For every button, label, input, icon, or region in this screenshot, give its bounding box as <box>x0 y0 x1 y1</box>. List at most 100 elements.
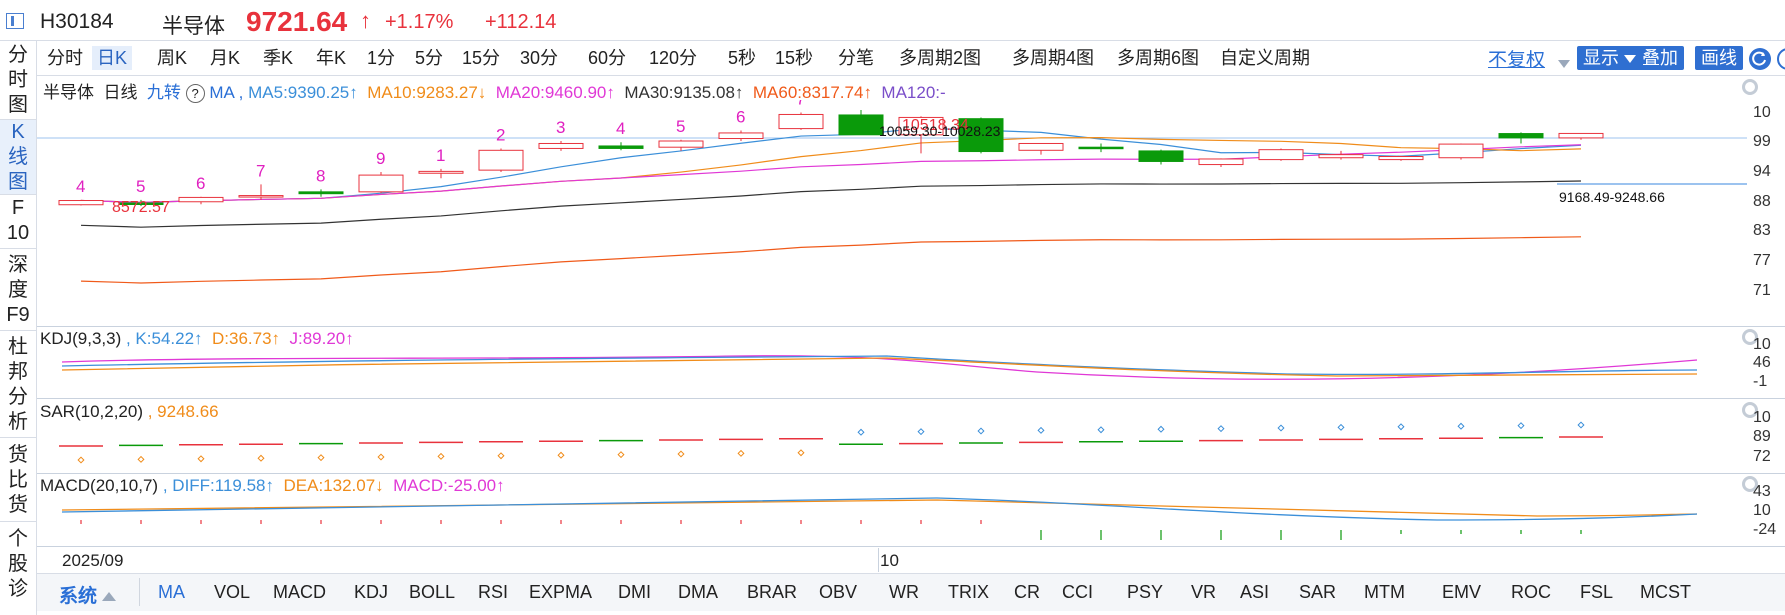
chevron-down-icon[interactable] <box>1558 55 1570 73</box>
candle[interactable] <box>1558 132 1604 139</box>
candle[interactable] <box>58 200 104 206</box>
tab-boll[interactable]: BOLL <box>409 582 455 603</box>
tab-emv[interactable]: EMV <box>1442 582 1481 603</box>
tab-fsl[interactable]: FSL <box>1580 582 1613 603</box>
tab-psy[interactable]: PSY <box>1127 582 1163 603</box>
candle[interactable] <box>598 145 644 149</box>
tab-kdj[interactable]: KDJ <box>354 582 388 603</box>
nav-label[interactable]: 图 <box>0 93 36 118</box>
ma30-line <box>80 180 1582 228</box>
candle[interactable] <box>1498 133 1544 139</box>
candle[interactable] <box>478 149 524 171</box>
macd-chart[interactable] <box>37 496 1747 546</box>
candle[interactable] <box>1378 156 1424 161</box>
candle[interactable] <box>1198 158 1244 166</box>
tab-30min[interactable]: 30分 <box>515 46 563 70</box>
tab-1min[interactable]: 1分 <box>362 46 400 70</box>
tab-fenshi[interactable]: 分时 <box>42 46 88 70</box>
tab-quarter-k[interactable]: 季K <box>258 46 298 70</box>
nav-label[interactable]: 度 <box>0 278 36 303</box>
candle[interactable] <box>178 196 224 203</box>
nav-label[interactable]: 股 <box>0 552 36 577</box>
panel-toggle-icon[interactable] <box>6 13 24 29</box>
tab-custom-period[interactable]: 自定义周期 <box>1215 46 1315 70</box>
tab-60min[interactable]: 60分 <box>583 46 631 70</box>
candle[interactable] <box>1018 142 1064 151</box>
nav-label[interactable]: 时 <box>0 68 36 93</box>
tab-expma[interactable]: EXPMA <box>529 582 592 603</box>
tab-multi4[interactable]: 多周期4图 <box>1007 46 1099 70</box>
tab-vol[interactable]: VOL <box>214 582 250 603</box>
tab-trix[interactable]: TRIX <box>948 582 989 603</box>
candle[interactable] <box>1438 143 1484 159</box>
tab-daily-k[interactable]: 日K <box>92 46 133 70</box>
overlay-button[interactable]: 叠加 <box>1636 46 1684 70</box>
tab-rsi[interactable]: RSI <box>478 582 508 603</box>
tab-sar[interactable]: SAR <box>1299 582 1336 603</box>
tab-roc[interactable]: ROC <box>1511 582 1551 603</box>
tab-macd[interactable]: MACD <box>273 582 326 603</box>
nav-label[interactable]: F <box>0 196 36 221</box>
tab-obv[interactable]: OBV <box>819 582 857 603</box>
nav-label[interactable]: 比 <box>0 468 36 493</box>
nav-label[interactable]: 诊 <box>0 577 36 602</box>
tab-tick[interactable]: 分笔 <box>833 46 879 70</box>
kdj-chart[interactable] <box>37 350 1747 398</box>
tab-cci[interactable]: CCI <box>1062 582 1093 603</box>
tab-5min[interactable]: 5分 <box>410 46 448 70</box>
more-icon[interactable] <box>1777 48 1785 70</box>
candle[interactable] <box>658 140 704 148</box>
tab-5sec[interactable]: 5秒 <box>723 46 761 70</box>
tab-year-k[interactable]: 年K <box>311 46 351 70</box>
candle[interactable] <box>1138 150 1184 162</box>
nav-label[interactable]: 10 <box>0 221 36 246</box>
tab-monthly-k[interactable]: 月K <box>205 46 245 70</box>
candle[interactable] <box>718 132 764 140</box>
main-settings-gear-icon[interactable] <box>1742 79 1758 95</box>
tab-15sec[interactable]: 15秒 <box>770 46 818 70</box>
tab-multi2[interactable]: 多周期2图 <box>894 46 986 70</box>
candle[interactable] <box>418 170 464 174</box>
candle[interactable] <box>778 113 824 130</box>
tab-wr[interactable]: WR <box>889 582 919 603</box>
tab-multi6[interactable]: 多周期6图 <box>1112 46 1204 70</box>
sar-chart[interactable] <box>37 420 1747 472</box>
candle[interactable] <box>1078 146 1124 150</box>
candle[interactable] <box>838 114 884 136</box>
kline-chart[interactable]: 4567891234567 8572.57 10518.34 10059.30-… <box>37 100 1747 326</box>
nav-label[interactable]: 析 <box>0 410 36 435</box>
nav-label[interactable]: 货 <box>0 493 36 518</box>
tab-dmi[interactable]: DMI <box>618 582 651 603</box>
candle[interactable] <box>538 142 584 149</box>
tab-asi[interactable]: ASI <box>1240 582 1269 603</box>
candle[interactable] <box>1318 154 1364 159</box>
tab-mcst[interactable]: MCST <box>1640 582 1691 603</box>
nav-label[interactable]: 邦 <box>0 360 36 385</box>
nav-label[interactable]: 分 <box>0 385 36 410</box>
draw-line-button[interactable]: 画线 <box>1695 46 1743 70</box>
tab-cr[interactable]: CR <box>1014 582 1040 603</box>
tab-brar[interactable]: BRAR <box>747 582 797 603</box>
tab-dma[interactable]: DMA <box>678 582 718 603</box>
nav-label[interactable]: 分 <box>0 43 36 68</box>
display-button[interactable]: 显示 <box>1577 46 1642 70</box>
nav-label[interactable]: 杜 <box>0 335 36 360</box>
candle[interactable] <box>1258 149 1304 161</box>
candle[interactable] <box>298 191 344 195</box>
adjust-mode-dropdown[interactable]: 不复权 <box>1488 45 1545 72</box>
nav-kline[interactable]: K 线 图 <box>0 120 36 194</box>
tab-120min[interactable]: 120分 <box>644 46 702 70</box>
refresh-icon[interactable] <box>1749 48 1771 70</box>
nav-label[interactable]: 个 <box>0 527 36 552</box>
nav-label[interactable]: 货 <box>0 443 36 468</box>
system-menu[interactable]: 系统 <box>59 581 117 608</box>
tab-vr[interactable]: VR <box>1191 582 1216 603</box>
candle[interactable] <box>358 174 404 193</box>
tab-mtm[interactable]: MTM <box>1364 582 1405 603</box>
nav-label[interactable]: 深 <box>0 253 36 278</box>
candle[interactable] <box>238 195 284 198</box>
nav-label[interactable]: F9 <box>0 303 36 328</box>
tab-ma[interactable]: MA <box>158 582 185 603</box>
tab-weekly-k[interactable]: 周K <box>152 46 192 70</box>
tab-15min[interactable]: 15分 <box>457 46 505 70</box>
